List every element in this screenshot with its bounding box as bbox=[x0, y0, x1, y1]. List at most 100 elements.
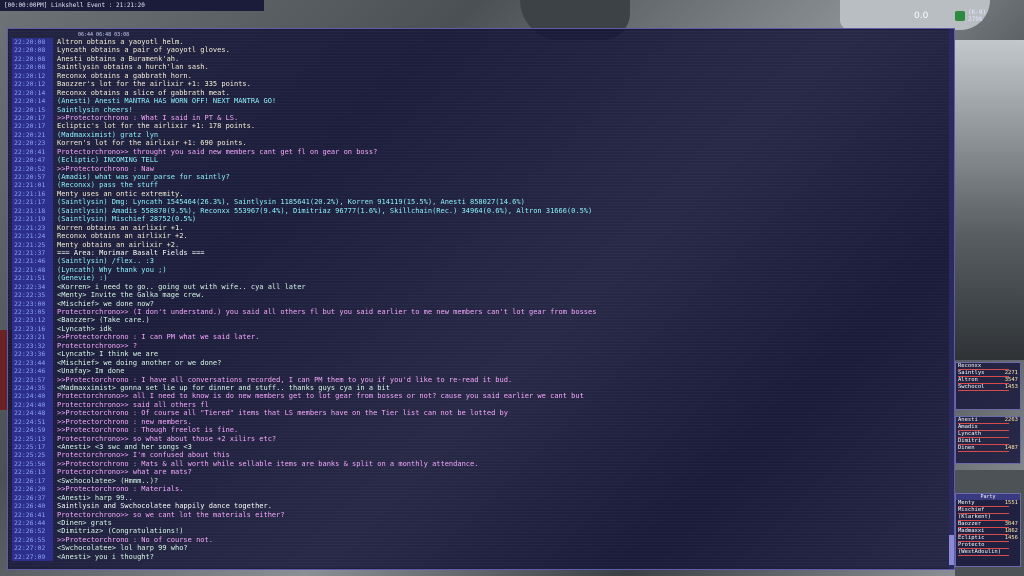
chat-scrollbar[interactable] bbox=[949, 29, 954, 569]
chat-timestamp: 22:20:15 bbox=[12, 105, 53, 114]
event-title-bar: [00:00:00PM] Linkshell Event : 21:21:20 bbox=[0, 0, 264, 11]
chat-line: 22:25:56 >>Protectorchrono : Mats & all w… bbox=[12, 459, 948, 469]
chat-line: 22:20:12 Baozzer's lot for the airlixir +… bbox=[12, 80, 948, 89]
chat-line: 22:26:17 <Swchocolatee> (Hmmm..)? bbox=[12, 476, 948, 486]
chat-line: 22:26:40 Saintlysin and Swchocolatee happ… bbox=[12, 502, 948, 511]
party-member[interactable]: (WestAdoulin) bbox=[956, 549, 1020, 556]
chat-timestamp: 22:22:35 bbox=[12, 291, 53, 300]
chat-line: 22:20:17 Ecliptic's lot for the airlixir … bbox=[12, 122, 948, 131]
background-cliff bbox=[955, 40, 1024, 360]
chat-line: 22:26:55 >>Protectorchrono : No of course… bbox=[12, 535, 948, 545]
chat-line: 22:21:48 (Lyncath) Why thank you ;) bbox=[12, 265, 948, 275]
chat-timestamp: 22:25:13 bbox=[12, 434, 53, 443]
party-member[interactable]: Ecliptic 1456 bbox=[956, 535, 1020, 542]
chat-timestamp: 22:20:14 bbox=[12, 97, 53, 106]
chat-timestamp: 22:21:51 bbox=[12, 274, 53, 283]
chat-line: 22:24:51 >>Protectorchrono : new members. bbox=[12, 417, 948, 427]
map-icon bbox=[955, 11, 965, 21]
chat-timestamp: 22:22:34 bbox=[12, 282, 53, 292]
party-member[interactable]: Dinen 1487 bbox=[956, 445, 1020, 452]
party-member[interactable]: Protecto bbox=[956, 542, 1020, 549]
chat-message: (Genevie) :) bbox=[57, 274, 108, 283]
chat-message: Protectorchrono>> said all others fl bbox=[57, 400, 209, 409]
chat-scroll-thumb[interactable] bbox=[949, 535, 954, 565]
chat-message: >>Protectorchrono : Naw bbox=[57, 164, 154, 173]
alliance-list-2: Anesti 2263 Amadis Lyncath Dimitri Dinen 1487 bbox=[955, 416, 1021, 464]
chat-message: Protectorchrono>> all I need to know is … bbox=[57, 392, 584, 401]
alliance-list-1: Reconxx Saintlys 2271 Altron 3547 Swchocol 145… bbox=[955, 362, 1021, 410]
chat-message: Korren's lot for the airlixir +1: 690 po… bbox=[57, 139, 247, 148]
chat-line: 22:26:41 Protectorchrono>> so we cant lot… bbox=[12, 510, 948, 519]
chat-line: 22:22:35 <Menty> Invite the Galka mage cr… bbox=[12, 291, 948, 300]
party-member[interactable]: Amadis bbox=[956, 424, 1020, 431]
chat-message: (Reconxx) pass the stuff bbox=[57, 181, 159, 190]
chat-message: <Menty> Invite the Galka mage crew. bbox=[57, 291, 205, 300]
chat-timestamp: 22:20:08 bbox=[12, 38, 53, 47]
chat-line: 22:22:34 <Korren> i need to go.. going ou… bbox=[12, 282, 948, 292]
chat-timestamp: 22:20:23 bbox=[12, 139, 53, 148]
chat-timestamp: 22:20:12 bbox=[12, 71, 53, 81]
chat-timestamp: 22:24:48 bbox=[12, 409, 53, 418]
chat-line: 22:20:41 Protectorchrono>> throught you s… bbox=[12, 147, 948, 157]
chat-timestamp: 22:21:01 bbox=[12, 181, 53, 190]
chat-timestamp: 22:26:17 bbox=[12, 476, 53, 486]
chat-timestamp: 22:20:08 bbox=[12, 46, 53, 55]
chat-timestamp: 22:23:21 bbox=[12, 333, 53, 342]
party-member[interactable]: Anesti 2263 bbox=[956, 417, 1020, 424]
chat-message: Baozzer's lot for the airlixir +1: 335 p… bbox=[57, 80, 251, 89]
chat-message: <Dimitriaz> (Congratulations!) bbox=[57, 527, 184, 536]
party-member[interactable]: Saintlys 2271 bbox=[956, 370, 1020, 377]
chat-line: 22:21:16 Menty uses an ontic extremity. bbox=[12, 189, 948, 199]
chat-timestamp: 22:23:05 bbox=[12, 308, 53, 317]
chat-line: 22:23:00 <Mischief> we done now? bbox=[12, 299, 948, 308]
chat-timestamp: 22:20:12 bbox=[12, 80, 53, 89]
chat-message: Protectorchrono>> so what about those +2… bbox=[57, 434, 277, 443]
chat-message: <Anesti> you i thought? bbox=[57, 552, 154, 561]
chat-timestamp: 22:26:52 bbox=[12, 527, 53, 536]
chat-line: 22:23:36 <Lyncath> I think we are bbox=[12, 350, 948, 359]
chat-message: <Dinen> grats bbox=[57, 518, 112, 527]
chat-timestamp: 22:26:44 bbox=[12, 518, 53, 528]
chat-message: <Baozzer> (Take care.) bbox=[57, 316, 150, 325]
party-member[interactable]: (Klarkent) bbox=[956, 514, 1020, 521]
chat-message: Menty obtains an airlixir +2. bbox=[57, 240, 180, 249]
chat-message: Protectorchrono>> (I don't understand.) … bbox=[57, 308, 597, 316]
chat-message: Protectorchrono>> so we cant lot the mat… bbox=[57, 510, 285, 519]
chat-message: <Unafay> Im done bbox=[57, 367, 125, 376]
party-member[interactable]: Menty 1551 bbox=[956, 500, 1020, 507]
chat-message: (Anesti) Anesti MANTRA HAS WORN OFF! NEX… bbox=[57, 97, 277, 106]
chat-message: <Anesti> <3 swc and her songs <3 bbox=[57, 443, 192, 451]
chat-line: 22:21:18 (Saintlysin) Amadis 558870(9.5%)… bbox=[12, 206, 948, 216]
chat-message: >>Protectorchrono : I have all conversat… bbox=[57, 375, 513, 384]
party-member[interactable]: Reconxx bbox=[956, 363, 1020, 370]
chat-line: 22:26:37 <Anesti> harp 99.. bbox=[12, 493, 948, 503]
chat-message: <Swchocolatee> lol harp 99 who? bbox=[57, 544, 188, 553]
member-hp-bar bbox=[958, 390, 1010, 391]
chat-timestamp: 22:25:56 bbox=[12, 459, 53, 469]
chat-message: Korren obtains an airlixir +1. bbox=[57, 223, 184, 232]
party-member[interactable]: Baozzer 3047 bbox=[956, 521, 1020, 528]
compass-widget: (K-9) 279% bbox=[955, 9, 1020, 27]
chat-message: >>Protectorchrono : Materials. bbox=[57, 485, 184, 494]
party-member[interactable]: Altron 3547 bbox=[956, 377, 1020, 384]
chat-log-window[interactable]: 06:44 06:48 03:08 22:20:08 Altron obtains… bbox=[7, 28, 955, 570]
chat-message: Protectorchrono>> throught you said new … bbox=[57, 147, 378, 156]
chat-timestamp: 22:26:41 bbox=[12, 510, 53, 519]
chat-line: 22:21:51 (Genevie) :) bbox=[12, 274, 948, 283]
chat-line: 22:23:44 <Mischief> we doing another or w… bbox=[12, 358, 948, 368]
chat-timestamp: 22:21:19 bbox=[12, 215, 53, 224]
party-member[interactable]: Madmaxxi 1862 bbox=[956, 528, 1020, 535]
chat-timestamp: 22:25:25 bbox=[12, 451, 53, 460]
party-member[interactable]: Lyncath bbox=[956, 431, 1020, 438]
party-member[interactable]: Mischief bbox=[956, 507, 1020, 514]
chat-line: 22:27:09 <Anesti> you i thought? bbox=[12, 552, 948, 562]
chat-message: >>Protectorchrono : new members. bbox=[57, 417, 192, 426]
chat-timestamp: 22:21:46 bbox=[12, 257, 53, 266]
party-member[interactable]: Dimitri bbox=[956, 438, 1020, 445]
chat-line: 22:23:57 >>Protectorchrono : I have all c… bbox=[12, 375, 948, 384]
chat-timestamp: 22:24:40 bbox=[12, 400, 53, 410]
chat-timestamp: 22:27:02 bbox=[12, 544, 53, 553]
party-member[interactable]: Swchocol 1453 bbox=[956, 384, 1020, 391]
chat-line: 22:23:05 Protectorchrono>> (I don't under… bbox=[12, 308, 948, 317]
chat-message: (Saintlysin) /flex.. :3 bbox=[57, 257, 154, 266]
